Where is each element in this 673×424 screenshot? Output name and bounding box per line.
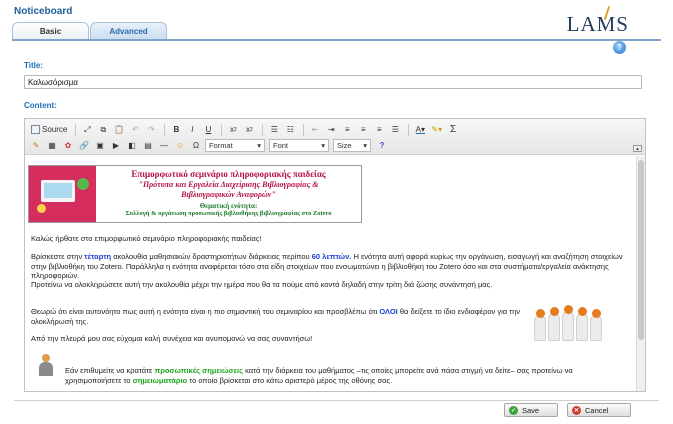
rich-text-editor: Source ⤢ ⧉ 📋 ↶ ↷ B I U x2 x2 ☰ ☷ ⇤ ⇥ ≡ ≡…	[24, 118, 646, 392]
welcome-text: Καλώς ήρθατε στο επιμορφωτικό σεμινάριο …	[31, 234, 262, 243]
hr-icon[interactable]: —	[157, 139, 171, 153]
banner-line-2: "Πρότυπα και Εργαλεία Διαχείρισης Βιβλιο…	[138, 180, 319, 189]
paragraph-3: Θεωρώ ότι είναι αυτονόητο πως αυτή η ενό…	[31, 307, 521, 326]
footer-bar	[14, 400, 659, 422]
lams-logo: LAMS	[567, 6, 629, 37]
bullet-list-icon[interactable]: ☷	[283, 123, 297, 137]
subscript-button[interactable]: x2	[226, 123, 240, 137]
pen-icon[interactable]: ✎	[29, 139, 43, 153]
chevron-down-icon: ▾	[257, 141, 261, 150]
color-palette-icon[interactable]: ✿	[61, 139, 75, 153]
chevron-down-icon: ▾	[363, 141, 367, 150]
bold-button[interactable]: B	[169, 123, 183, 137]
check-icon: ✓	[509, 405, 518, 415]
save-button[interactable]: ✓ Save	[504, 403, 558, 417]
editor-content[interactable]: Επιμορφωτικό σεμινάριο πληροφοριακής παι…	[25, 156, 636, 386]
help-question-icon[interactable]: ?	[613, 41, 626, 54]
content-label: Content:	[24, 101, 57, 110]
paragraph-5: Εάν επιθυμείτε να κρατάτε προσωπικές σημ…	[65, 366, 573, 385]
banner-line-5: Συλλογή & οργάνωση προσωπικής βιβλιοθήκη…	[125, 210, 332, 217]
link-icon[interactable]: 🔗	[77, 139, 91, 153]
align-right-icon[interactable]: ≡	[372, 123, 386, 137]
table-plus-icon[interactable]: ▦	[45, 139, 59, 153]
numbered-list-icon[interactable]: ☰	[267, 123, 281, 137]
sigma-icon[interactable]: Σ	[446, 123, 460, 137]
paste-icon[interactable]: 📋	[112, 123, 126, 137]
editor-help-button[interactable]: ?	[375, 139, 389, 153]
italic-button[interactable]: I	[185, 123, 199, 137]
paragraph-4: Από την πλευρά μου σας εύχομαι καλή συνέ…	[31, 334, 313, 343]
banner-line-3: Βιβλιογραφικών Αναφορών"	[181, 189, 276, 199]
title-label: Title:	[24, 61, 43, 70]
tab-bar: Basic Advanced	[12, 22, 168, 40]
editor-toolbar: Source ⤢ ⧉ 📋 ↶ ↷ B I U x2 x2 ☰ ☷ ⇤ ⇥ ≡ ≡…	[25, 119, 645, 155]
omega-icon[interactable]: Ω	[189, 139, 203, 153]
bg-color-icon[interactable]: ✎▾	[429, 123, 444, 137]
collapse-toolbar-icon[interactable]: ▴	[633, 145, 642, 152]
close-icon: ✕	[572, 405, 581, 415]
title-input[interactable]	[24, 75, 642, 89]
align-center-icon[interactable]: ≡	[356, 123, 370, 137]
tab-basic[interactable]: Basic	[12, 22, 89, 40]
tab-divider	[12, 39, 661, 41]
banner-line-1: Επιμορφωτικό σεμινάριο πληροφοριακής παι…	[131, 169, 326, 179]
smiley-icon[interactable]: ☺	[173, 139, 187, 153]
copy-icon[interactable]: ⧉	[96, 123, 110, 137]
paragraph-2: Προτείνω να ολοκληρώσετε αυτή την ακολου…	[31, 280, 493, 289]
source-icon	[31, 125, 40, 134]
paragraph-1: Βρίσκεστε στην τέταρτη ακολουθία μαθησια…	[31, 252, 623, 280]
source-button[interactable]: Source	[29, 123, 69, 137]
image-icon[interactable]: ▣	[93, 139, 107, 153]
maximize-icon[interactable]: ⤢	[80, 123, 94, 137]
avatar	[39, 354, 53, 376]
redo-icon[interactable]: ↷	[144, 123, 158, 137]
text-color-icon[interactable]: A▾	[413, 123, 427, 137]
banner-line-4: Θεματική ενότητα:	[199, 202, 258, 210]
underline-button[interactable]: U	[201, 123, 215, 137]
table-icon[interactable]: ▤	[141, 139, 155, 153]
superscript-button[interactable]: x2	[242, 123, 256, 137]
editor-scrollbar[interactable]	[636, 156, 645, 391]
tab-advanced[interactable]: Advanced	[90, 22, 167, 40]
undo-icon[interactable]: ↶	[128, 123, 142, 137]
size-select[interactable]: Size ▾	[333, 139, 371, 152]
justify-icon[interactable]: ☰	[388, 123, 402, 137]
app-title: Noticeboard	[14, 6, 73, 17]
align-left-icon[interactable]: ≡	[340, 123, 354, 137]
outdent-icon[interactable]: ⇤	[308, 123, 322, 137]
flash-icon[interactable]: ◧	[125, 139, 139, 153]
chevron-down-icon: ▾	[321, 141, 325, 150]
team-figures-image	[530, 303, 608, 345]
seminar-banner: Επιμορφωτικό σεμινάριο πληροφοριακής παι…	[28, 165, 362, 223]
format-select[interactable]: Format ▾	[205, 139, 265, 152]
banner-laptop-image	[29, 166, 96, 222]
cancel-button[interactable]: ✕ Cancel	[567, 403, 631, 417]
video-icon[interactable]: ▶	[109, 139, 123, 153]
indent-icon[interactable]: ⇥	[324, 123, 338, 137]
font-select[interactable]: Font ▾	[269, 139, 329, 152]
